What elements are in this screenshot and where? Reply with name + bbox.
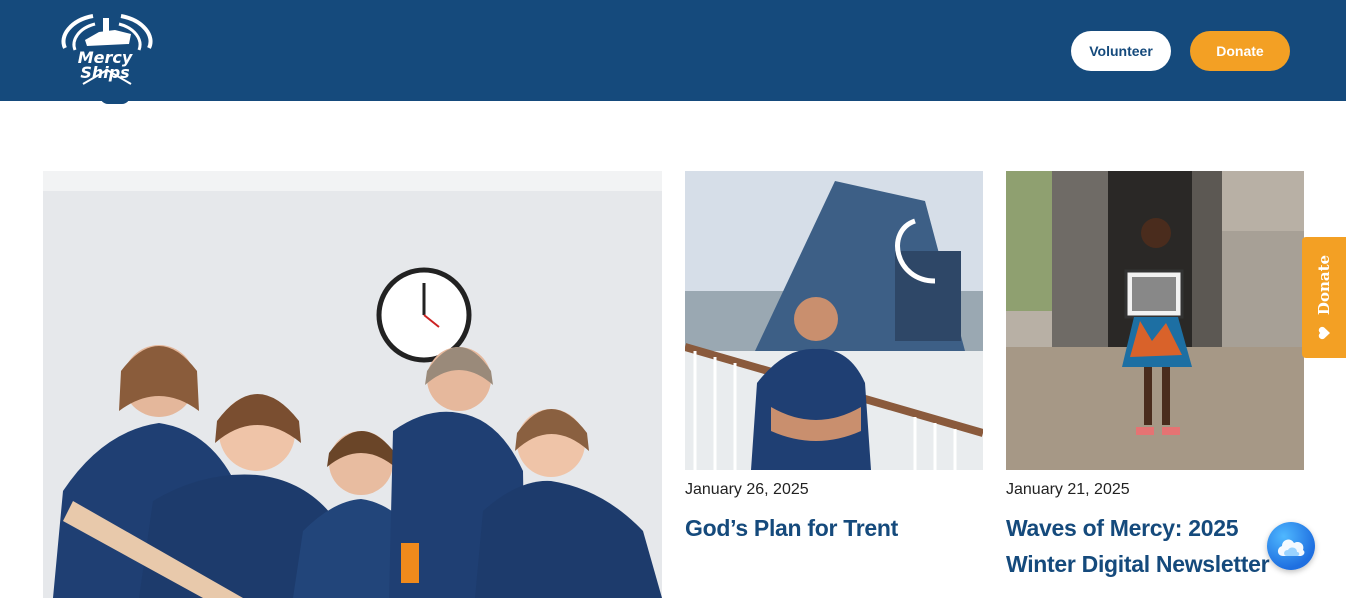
girl-holding-picture-photo-icon [1006,171,1304,470]
post-image-girl[interactable] [1006,171,1304,470]
crew-member-ship-photo-icon [685,171,983,470]
side-donate-tab[interactable]: Donate [1302,237,1346,358]
logo-wordmark: Mercy Ships [75,50,135,82]
featured-post-image[interactable] [43,171,662,598]
logo-text-ships: Ships [80,63,130,82]
post-title-link[interactable]: God’s Plan for Trent [685,510,975,546]
post-title-link[interactable]: Waves of Mercy: 2025 Winter Digital News… [1006,510,1306,582]
post-date: January 21, 2025 [1006,481,1130,498]
side-donate-label: Donate [1315,254,1333,316]
post-image-trent[interactable] [685,171,983,470]
site-header: Mercy Ships Volunteer Donate [0,0,1346,101]
chat-launcher-button[interactable] [1267,522,1315,570]
chat-cloud-icon [1277,539,1305,556]
post-date: January 26, 2025 [685,481,809,498]
donate-button[interactable]: Donate [1190,31,1290,71]
volunteer-button[interactable]: Volunteer [1071,31,1171,71]
medical-team-photo-icon [43,171,662,598]
heart-icon [1318,326,1330,340]
mercy-ships-logo[interactable]: Mercy Ships [55,10,159,90]
